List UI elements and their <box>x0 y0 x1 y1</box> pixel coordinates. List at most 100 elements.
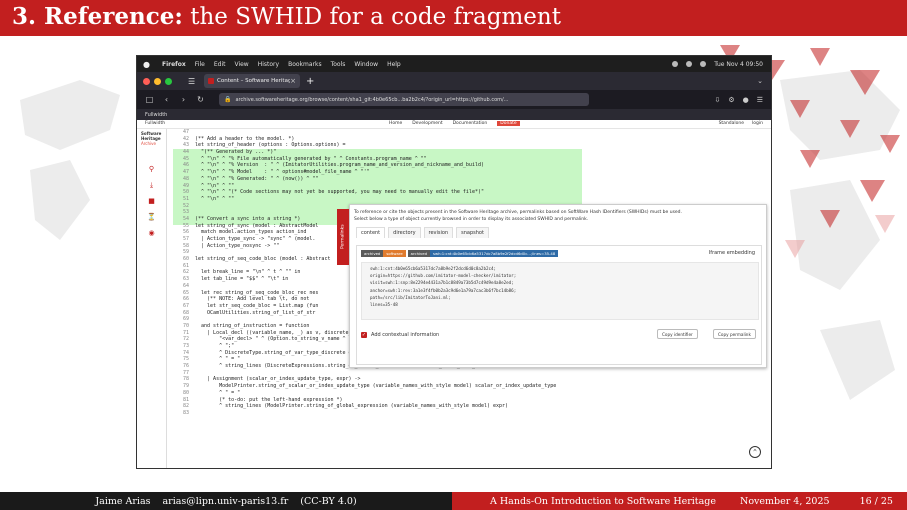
swh-logo[interactable]: Software Heritage Archive <box>141 131 166 146</box>
menu-firefox[interactable]: Firefox <box>162 61 186 68</box>
line-number[interactable]: 62 <box>173 269 195 276</box>
extensions-icon[interactable]: ⚙ <box>728 96 734 104</box>
line-number[interactable]: 45 <box>173 156 195 163</box>
line-number[interactable]: 65 <box>173 290 195 297</box>
line-number[interactable]: 50 <box>173 189 195 196</box>
wifi-icon[interactable] <box>686 61 693 67</box>
iframe-embedding-link[interactable]: Iframe embedding <box>709 250 755 256</box>
reload-button[interactable]: ↻ <box>196 95 205 104</box>
line-number[interactable]: 77 <box>173 370 195 377</box>
back-button[interactable]: ‹ <box>162 95 171 104</box>
account-icon[interactable]: ● <box>743 96 749 104</box>
fullwidth-toggle[interactable]: Fullwidth <box>145 121 165 126</box>
line-number[interactable]: 58 <box>173 243 195 250</box>
sidebar-toggle-icon[interactable]: □ <box>145 95 154 104</box>
line-number[interactable]: 71 <box>173 330 195 337</box>
permalinks-tab[interactable]: Permalinks <box>337 209 349 265</box>
line-number[interactable]: 46 <box>173 162 195 169</box>
download-icon[interactable]: ⇩ <box>714 96 720 104</box>
swhid-badges[interactable]: archived software archived swh:1:cnt:4b0… <box>361 250 559 257</box>
minimize-window-button[interactable] <box>154 77 161 85</box>
zoom-window-button[interactable] <box>165 77 172 85</box>
forward-button[interactable]: › <box>179 95 188 104</box>
donate-button[interactable]: Donate <box>497 121 520 126</box>
line-number[interactable]: 56 <box>173 229 195 236</box>
line-number[interactable]: 73 <box>173 343 195 350</box>
line-number[interactable]: 69 <box>173 316 195 323</box>
login-link[interactable]: login <box>752 121 763 126</box>
line-number[interactable]: 81 <box>173 397 195 404</box>
scroll-to-top-button[interactable]: ⌃ <box>749 446 761 458</box>
close-tab-icon[interactable]: × <box>290 77 296 85</box>
line-number[interactable]: 61 <box>173 263 195 270</box>
line-number[interactable]: 47 <box>173 129 195 136</box>
clock[interactable]: Tue Nov 4 09:50 <box>714 61 763 68</box>
url-bar[interactable]: 🔒 archive.softwareheritage.org/browse/co… <box>219 93 589 106</box>
line-number[interactable]: 59 <box>173 249 195 256</box>
tab-directory[interactable]: directory <box>388 227 421 238</box>
list-tabs-icon[interactable]: ☰ <box>188 77 198 86</box>
menu-file[interactable]: File <box>195 61 205 68</box>
line-number[interactable]: 47 <box>173 169 195 176</box>
line-number[interactable]: 66 <box>173 296 195 303</box>
nav-home[interactable]: Home <box>389 121 402 126</box>
menu-bookmarks[interactable]: Bookmarks <box>288 61 322 68</box>
menu-icon[interactable]: ☰ <box>757 96 763 104</box>
line-number[interactable]: 76 <box>173 363 195 370</box>
line-number[interactable]: 75 <box>173 356 195 363</box>
menu-tools[interactable]: Tools <box>331 61 346 68</box>
menu-help[interactable]: Help <box>387 61 401 68</box>
menu-history[interactable]: History <box>258 61 279 68</box>
line-number[interactable]: 82 <box>173 403 195 410</box>
line-number[interactable]: 72 <box>173 336 195 343</box>
menu-view[interactable]: View <box>234 61 248 68</box>
line-number[interactable]: 70 <box>173 323 195 330</box>
copy-permalink-button[interactable]: Copy permalink <box>713 329 756 339</box>
battery-icon[interactable] <box>700 61 707 67</box>
tab-snapshot[interactable]: snapshot <box>456 227 489 238</box>
line-number[interactable]: 67 <box>173 303 195 310</box>
tab-content[interactable]: content <box>356 227 386 238</box>
line-number[interactable]: 51 <box>173 196 195 203</box>
status-icon[interactable] <box>672 61 679 67</box>
close-window-button[interactable] <box>143 77 150 85</box>
line-number[interactable]: 80 <box>173 390 195 397</box>
line-number[interactable]: 44 <box>173 149 195 156</box>
contextual-info-checkbox[interactable]: ✓ Add contextual information <box>361 332 439 338</box>
vault-icon[interactable]: ⏳ <box>147 213 156 222</box>
line-number[interactable]: 74 <box>173 350 195 357</box>
menu-window[interactable]: Window <box>354 61 378 68</box>
standalone-link[interactable]: Standalone <box>719 121 744 126</box>
line-number[interactable]: 63 <box>173 276 195 283</box>
line-number[interactable]: 43 <box>173 142 195 149</box>
line-number[interactable]: 83 <box>173 410 195 417</box>
browser-tab[interactable]: Content – Software Heritage × <box>204 74 300 88</box>
apple-icon[interactable]: ● <box>143 60 153 69</box>
save-icon[interactable]: ■ <box>147 197 156 206</box>
line-number[interactable]: 49 <box>173 183 195 190</box>
bookmark-item[interactable]: Fullwidth <box>145 112 167 118</box>
line-number[interactable]: 64 <box>173 283 195 290</box>
swhid-text[interactable]: swh:1:cnt:4b0e65cb6a5317dc7a8b9e2f2dcd6d… <box>361 262 759 320</box>
tab-revision[interactable]: revision <box>423 227 454 238</box>
menu-edit[interactable]: Edit <box>214 61 226 68</box>
search-icon[interactable]: ⚲ <box>147 165 156 174</box>
line-number[interactable]: 68 <box>173 310 195 317</box>
nav-documentation[interactable]: Documentation <box>453 121 488 126</box>
line-number[interactable]: 52 <box>173 203 195 210</box>
line-number[interactable]: 53 <box>173 209 195 216</box>
checkbox-checked-icon[interactable]: ✓ <box>361 332 367 338</box>
download-icon[interactable]: ⤓ <box>147 181 156 190</box>
new-tab-button[interactable]: + <box>306 76 314 87</box>
line-number[interactable]: 78 <box>173 376 195 383</box>
nav-development[interactable]: Development <box>412 121 442 126</box>
chevron-down-icon[interactable]: ⌄ <box>757 77 763 85</box>
line-number[interactable]: 48 <box>173 176 195 183</box>
line-number[interactable]: 54 <box>173 216 195 223</box>
help-icon[interactable]: ◉ <box>147 229 156 238</box>
line-number[interactable]: 55 <box>173 223 195 230</box>
line-number[interactable]: 79 <box>173 383 195 390</box>
line-number[interactable]: 42 <box>173 136 195 143</box>
line-number[interactable]: 57 <box>173 236 195 243</box>
copy-identifier-button[interactable]: Copy identifier <box>657 329 698 339</box>
